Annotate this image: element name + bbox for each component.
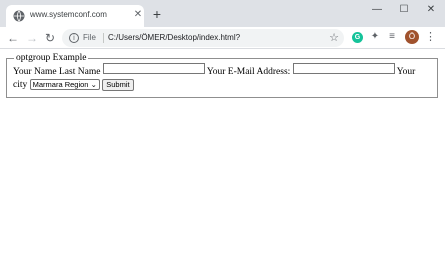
close-window-button[interactable]: ✕ [423, 3, 439, 17]
page-content: optgroup Example Your Name Last Name You… [0, 50, 445, 265]
form-fieldset: optgroup Example Your Name Last Name You… [6, 53, 438, 98]
form-line-2: city Marmara Region ⌄ Submit [13, 79, 431, 92]
back-button[interactable]: ← [6, 31, 20, 45]
tab-strip: www.systemconf.com ✕ + — ☐ ✕ [0, 0, 445, 27]
new-tab-button[interactable]: + [150, 7, 164, 21]
reading-list-icon[interactable]: ≡ [386, 31, 398, 43]
maximize-button[interactable]: ☐ [396, 3, 412, 17]
fieldset-legend: optgroup Example [16, 53, 87, 63]
email-input[interactable] [292, 63, 395, 74]
city-select-value: Marmara Region [32, 80, 89, 89]
tab-close-icon[interactable]: ✕ [132, 9, 144, 21]
bookmark-star-icon[interactable]: ☆ [328, 31, 340, 45]
submit-button[interactable]: Submit [102, 79, 134, 91]
address-bar[interactable]: i File C:/Users/ÖMER/Desktop/index.html?… [62, 29, 344, 47]
browser-menu-icon[interactable]: ⋮ [425, 30, 436, 44]
form-line-1: Your Name Last Name Your E-Mail Address:… [13, 63, 431, 79]
city-label-part2: city [13, 80, 28, 90]
forward-button[interactable]: → [25, 31, 39, 45]
tab-title: www.systemconf.com [30, 10, 107, 19]
extensions-puzzle-icon[interactable]: ✦ [369, 31, 381, 43]
omnibox-separator [103, 33, 104, 43]
name-input[interactable] [102, 63, 205, 74]
scheme-label: File [83, 33, 96, 42]
browser-toolbar: ← → ↻ i File C:/Users/ÖMER/Desktop/index… [0, 27, 445, 49]
grammarly-extension-icon[interactable]: G [352, 32, 363, 43]
profile-avatar[interactable]: Ö [405, 30, 419, 44]
name-label: Your Name Last Name [13, 67, 101, 77]
browser-tab[interactable]: www.systemconf.com ✕ [6, 5, 144, 27]
reload-button[interactable]: ↻ [43, 31, 57, 45]
city-label-part1: Your [396, 67, 416, 77]
url-text[interactable]: C:/Users/ÖMER/Desktop/index.html? [108, 33, 240, 42]
email-label: Your E-Mail Address: [206, 67, 291, 77]
chevron-down-icon: ⌄ [90, 80, 97, 89]
globe-icon [13, 10, 25, 22]
city-select[interactable]: Marmara Region ⌄ [29, 79, 100, 90]
info-icon[interactable]: i [69, 33, 79, 43]
minimize-button[interactable]: — [369, 3, 385, 17]
